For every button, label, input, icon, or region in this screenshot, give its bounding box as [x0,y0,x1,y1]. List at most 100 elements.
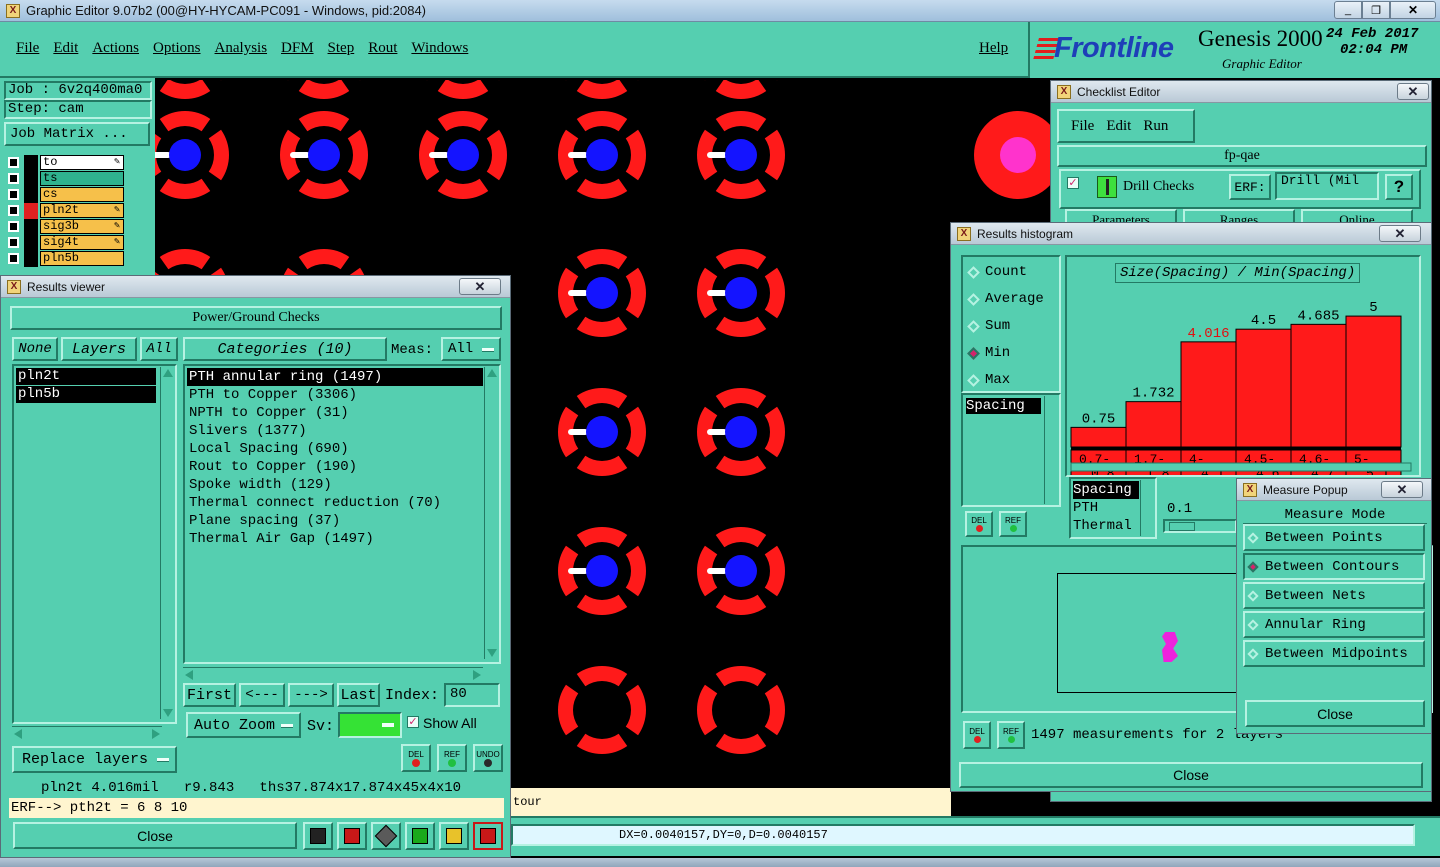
menu-options[interactable]: Options [153,40,201,57]
ce-menu-run[interactable]: Run [1143,118,1168,135]
show-all-checkbox[interactable]: ✓ [407,716,419,728]
via-pad[interactable] [725,139,757,171]
hist-list[interactable]: Spacing [961,393,1061,507]
hist-list-vscroll[interactable] [1044,396,1058,504]
scroll-down-arrow-icon[interactable] [163,709,173,717]
layer-row-cs[interactable]: cs [4,187,126,203]
category-item[interactable]: Spoke width (129) [187,476,483,494]
scroll-left-arrow-icon[interactable] [185,670,193,680]
prev-button[interactable]: <--- [239,683,285,707]
none-button[interactable]: None [12,337,58,361]
thermal-pad[interactable] [558,666,646,754]
ce-help-button[interactable]: ? [1385,174,1413,200]
slider-track[interactable] [1163,519,1237,533]
menu-help[interactable]: Help [979,40,1008,57]
hist-list-item[interactable]: Spacing [966,398,1041,414]
ce-menu-file[interactable]: File [1071,118,1094,135]
layer-row-sig4t[interactable]: sig4t ✎ [4,235,126,251]
layer-checkbox[interactable] [8,237,19,248]
category-hscroll[interactable] [183,667,483,681]
layer-checkbox[interactable] [8,189,19,200]
via-pad[interactable] [725,416,757,448]
menu-rout[interactable]: Rout [368,40,397,57]
hist-lower-list[interactable]: Spacing PTH Thermal [1069,477,1157,539]
ref-icon[interactable]: REF [437,744,467,772]
menu-dfm[interactable]: DFM [281,40,314,57]
hist-hscroll[interactable] [1070,462,1412,472]
hist-lower-item[interactable]: Thermal [1073,517,1139,535]
layer-row-to[interactable]: to ✎ [4,155,126,171]
ce-erf-value[interactable]: Drill (Mil [1275,172,1379,200]
maximize-button[interactable]: ❐ [1362,1,1390,19]
erf-icon[interactable] [371,822,401,850]
measure-mode-between-nets[interactable]: Between Nets [1243,582,1425,609]
del-icon[interactable]: DEL [965,511,993,537]
layer-row-pln5b[interactable]: pln5b [4,251,126,267]
hist-mode-count[interactable]: Count [967,263,1027,281]
rv-close-x[interactable]: ✕ [459,278,501,295]
next-button[interactable]: ---> [288,683,334,707]
rv-layer-listbox[interactable]: pln2t pln5b [12,364,177,724]
layer-row-sig3b[interactable]: sig3b ✎ [4,219,126,235]
scroll-right-arrow-icon[interactable] [152,729,160,739]
hist-bar[interactable] [1180,341,1237,448]
categories-button[interactable]: Categories (10) [183,337,387,361]
category-item[interactable]: PTH annular ring (1497) [187,368,483,386]
layer-checkbox[interactable] [8,221,19,232]
category-item[interactable]: Local Spacing (690) [187,440,483,458]
last-button[interactable]: Last [337,683,380,707]
menu-actions[interactable]: Actions [92,40,139,57]
rv-layer-hscroll[interactable] [12,726,162,740]
category-item[interactable]: PTH to Copper (3306) [187,386,483,404]
measure-icon[interactable] [303,822,333,850]
mp-close-x[interactable]: ✕ [1381,481,1423,498]
hist-close-button[interactable]: Close [959,762,1423,788]
thermal-pad[interactable] [697,11,785,99]
report-icon[interactable] [439,822,469,850]
measure-mode-between-points[interactable]: Between Points [1243,524,1425,551]
replace-layers-select[interactable]: Replace layers [12,746,177,773]
ce-menu-edit[interactable]: Edit [1106,118,1131,135]
undo-icon[interactable]: UNDO [473,744,503,772]
via-pad[interactable] [447,139,479,171]
rv-close-button[interactable]: Close [13,822,297,849]
hist-bar[interactable] [1125,401,1182,448]
hist-bar[interactable] [1070,426,1127,448]
slider-thumb[interactable] [1169,522,1195,531]
scroll-down-arrow-icon[interactable] [487,649,497,657]
hist-lower-item[interactable]: PTH [1073,499,1139,517]
del-icon[interactable]: DEL [401,744,431,772]
layer-row-ts[interactable]: ts [4,171,126,187]
scroll-right-arrow-icon[interactable] [473,670,481,680]
ce-row-checkbox[interactable]: ✓ [1067,177,1079,189]
category-item[interactable]: Thermal connect reduction (70) [187,494,483,512]
rv-layer-item[interactable]: pln2t [16,368,156,385]
hist-mode-max[interactable]: Max [967,371,1010,389]
auto-zoom-select[interactable]: Auto Zoom [186,712,301,738]
menu-step[interactable]: Step [328,40,355,57]
meas-select[interactable]: All [441,337,501,361]
scroll-up-arrow-icon[interactable] [163,369,173,377]
scroll-left-arrow-icon[interactable] [14,729,22,739]
first-button[interactable]: First [183,683,236,707]
measure-mode-annular-ring[interactable]: Annular Ring [1243,611,1425,638]
ce-close-x[interactable]: ✕ [1397,83,1429,100]
via-pad[interactable] [308,139,340,171]
hist-bar[interactable] [1290,323,1347,448]
via-pad[interactable] [725,277,757,309]
via-pad[interactable] [725,555,757,587]
via-pad[interactable] [586,277,618,309]
via-pad[interactable] [169,139,201,171]
close-window-button[interactable]: ✕ [1390,1,1436,19]
thermal-pad[interactable] [141,11,229,99]
sv-color-select[interactable] [338,712,402,738]
category-item[interactable]: NPTH to Copper (31) [187,404,483,422]
rv-layer-item[interactable]: pln5b [16,386,156,403]
measure-mode-between-midpoints[interactable]: Between Midpoints [1243,640,1425,667]
measure-close-button[interactable]: Close [1245,700,1425,727]
category-item[interactable]: Rout to Copper (190) [187,458,483,476]
scroll-up-arrow-icon[interactable] [487,369,497,377]
via-pad[interactable] [586,555,618,587]
menu-windows[interactable]: Windows [411,40,468,57]
category-item[interactable]: Thermal Air Gap (1497) [187,530,483,548]
